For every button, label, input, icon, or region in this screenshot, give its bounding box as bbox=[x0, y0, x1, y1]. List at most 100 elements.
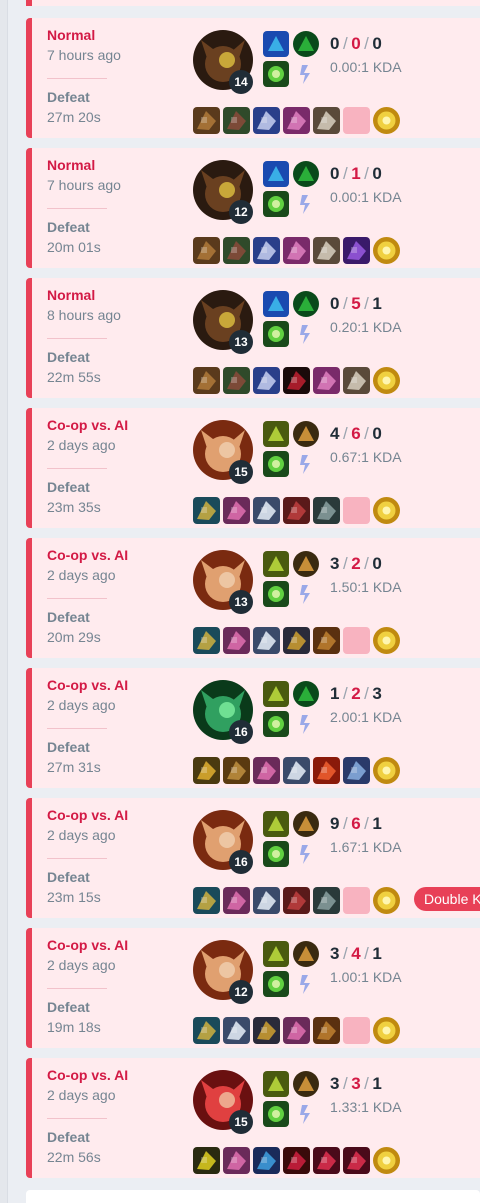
item-icon[interactable] bbox=[253, 367, 280, 394]
trinket-ward-icon[interactable] bbox=[373, 497, 400, 524]
trinket-ward-icon[interactable] bbox=[373, 757, 400, 784]
trinket-ward-icon[interactable] bbox=[373, 1147, 400, 1174]
item-icon[interactable] bbox=[313, 367, 340, 394]
item-icon[interactable] bbox=[313, 887, 340, 914]
empty-item-slot[interactable] bbox=[343, 627, 370, 654]
secondary-rune-icon bbox=[293, 971, 319, 997]
item-icon[interactable] bbox=[343, 237, 370, 264]
item-icon[interactable] bbox=[223, 367, 250, 394]
item-icon[interactable] bbox=[283, 107, 310, 134]
left-rail bbox=[0, 0, 8, 1203]
item-icon[interactable] bbox=[223, 107, 250, 134]
item-icon[interactable] bbox=[343, 1147, 370, 1174]
kda-score: 9/6/1 bbox=[330, 814, 382, 834]
champion-level-badge: 15 bbox=[229, 1110, 253, 1134]
divider bbox=[47, 338, 107, 339]
item-icon[interactable] bbox=[283, 887, 310, 914]
item-icon[interactable] bbox=[343, 367, 370, 394]
deaths: 2 bbox=[351, 554, 362, 573]
match-card[interactable]: Co-op vs. AI 2 days ago Defeat 22m 56s 15 3/3… bbox=[26, 1058, 480, 1178]
divider bbox=[47, 1118, 107, 1119]
item-icon[interactable] bbox=[223, 497, 250, 524]
item-icon[interactable] bbox=[223, 627, 250, 654]
kda-ratio: 1.00:1 KDA bbox=[330, 969, 402, 985]
item-icon[interactable] bbox=[193, 367, 220, 394]
match-card[interactable]: Normal 7 hours ago Defeat 27m 20s 14 0/0/0 0.0… bbox=[26, 18, 480, 138]
time-ago: 2 days ago bbox=[47, 827, 116, 843]
empty-item-slot[interactable] bbox=[343, 887, 370, 914]
match-card[interactable]: Co-op vs. AI 2 days ago Defeat 27m 31s 16 1/2… bbox=[26, 668, 480, 788]
keystone-rune-icon bbox=[263, 971, 289, 997]
item-icon[interactable] bbox=[283, 1147, 310, 1174]
kda-ratio: 1.67:1 KDA bbox=[330, 839, 402, 855]
item-icon[interactable] bbox=[223, 1017, 250, 1044]
item-icon[interactable] bbox=[343, 757, 370, 784]
item-icon[interactable] bbox=[193, 757, 220, 784]
match-card[interactable]: Normal 7 hours ago Defeat 20m 01s 12 0/1/0 0.0… bbox=[26, 148, 480, 268]
item-icon[interactable] bbox=[223, 757, 250, 784]
next-card-edge bbox=[26, 1190, 480, 1203]
item-icon[interactable] bbox=[253, 887, 280, 914]
keystone-rune-icon bbox=[263, 321, 289, 347]
match-card[interactable]: Co-op vs. AI 2 days ago Defeat 20m 29s 13 3/2… bbox=[26, 538, 480, 658]
empty-item-slot[interactable] bbox=[343, 1017, 370, 1044]
item-icon[interactable] bbox=[223, 887, 250, 914]
divider bbox=[47, 78, 107, 79]
item-icon[interactable] bbox=[253, 237, 280, 264]
smite-spell-icon bbox=[293, 31, 319, 57]
item-icon[interactable] bbox=[223, 237, 250, 264]
item-icon[interactable] bbox=[253, 627, 280, 654]
trinket-ward-icon[interactable] bbox=[373, 887, 400, 914]
item-icon[interactable] bbox=[193, 237, 220, 264]
trinket-ward-icon[interactable] bbox=[373, 1017, 400, 1044]
match-card[interactable]: Co-op vs. AI 2 days ago Defeat 23m 35s 15 4/6… bbox=[26, 408, 480, 528]
item-icon[interactable] bbox=[283, 757, 310, 784]
kills: 3 bbox=[330, 944, 340, 963]
assists: 1 bbox=[372, 944, 383, 963]
deaths: 5 bbox=[351, 294, 362, 313]
item-icon[interactable] bbox=[253, 497, 280, 524]
item-icon[interactable] bbox=[253, 757, 280, 784]
item-icon[interactable] bbox=[313, 497, 340, 524]
item-icon[interactable] bbox=[193, 1017, 220, 1044]
match-card[interactable]: Co-op vs. AI 2 days ago Defeat 19m 18s 12 3/4… bbox=[26, 928, 480, 1048]
item-icon[interactable] bbox=[193, 627, 220, 654]
item-icon[interactable] bbox=[313, 237, 340, 264]
item-icon[interactable] bbox=[313, 757, 340, 784]
champion-level-badge: 16 bbox=[229, 720, 253, 744]
item-icon[interactable] bbox=[193, 497, 220, 524]
item-icon[interactable] bbox=[193, 107, 220, 134]
item-icon[interactable] bbox=[283, 367, 310, 394]
separator: / bbox=[342, 424, 349, 443]
deaths: 1 bbox=[351, 164, 362, 183]
empty-item-slot[interactable] bbox=[343, 107, 370, 134]
item-icon[interactable] bbox=[223, 1147, 250, 1174]
secondary-rune-icon bbox=[293, 581, 319, 607]
item-icon[interactable] bbox=[283, 497, 310, 524]
item-icon[interactable] bbox=[313, 627, 340, 654]
game-mode: Co-op vs. AI bbox=[47, 677, 129, 693]
item-icon[interactable] bbox=[283, 1017, 310, 1044]
match-card[interactable]: Normal 8 hours ago Defeat 22m 55s 13 0/5/1 0.2… bbox=[26, 278, 480, 398]
empty-item-slot[interactable] bbox=[343, 497, 370, 524]
item-icon[interactable] bbox=[313, 1147, 340, 1174]
separator: / bbox=[342, 554, 349, 573]
trinket-ward-icon[interactable] bbox=[373, 237, 400, 264]
item-icon[interactable] bbox=[193, 1147, 220, 1174]
item-icon[interactable] bbox=[313, 107, 340, 134]
champion-level-badge: 13 bbox=[229, 330, 253, 354]
match-card[interactable]: Co-op vs. AI 2 days ago Defeat 23m 15s 16 9/6… bbox=[26, 798, 480, 918]
item-icon[interactable] bbox=[313, 1017, 340, 1044]
keystone-rune-icon bbox=[263, 1101, 289, 1127]
item-icon[interactable] bbox=[253, 1017, 280, 1044]
item-icon[interactable] bbox=[193, 887, 220, 914]
trinket-ward-icon[interactable] bbox=[373, 107, 400, 134]
item-icon[interactable] bbox=[283, 627, 310, 654]
ghost-spell-icon bbox=[263, 811, 289, 837]
trinket-ward-icon[interactable] bbox=[373, 367, 400, 394]
trinket-ward-icon[interactable] bbox=[373, 627, 400, 654]
divider bbox=[47, 598, 107, 599]
item-icon[interactable] bbox=[253, 1147, 280, 1174]
item-icon[interactable] bbox=[283, 237, 310, 264]
item-icon[interactable] bbox=[253, 107, 280, 134]
